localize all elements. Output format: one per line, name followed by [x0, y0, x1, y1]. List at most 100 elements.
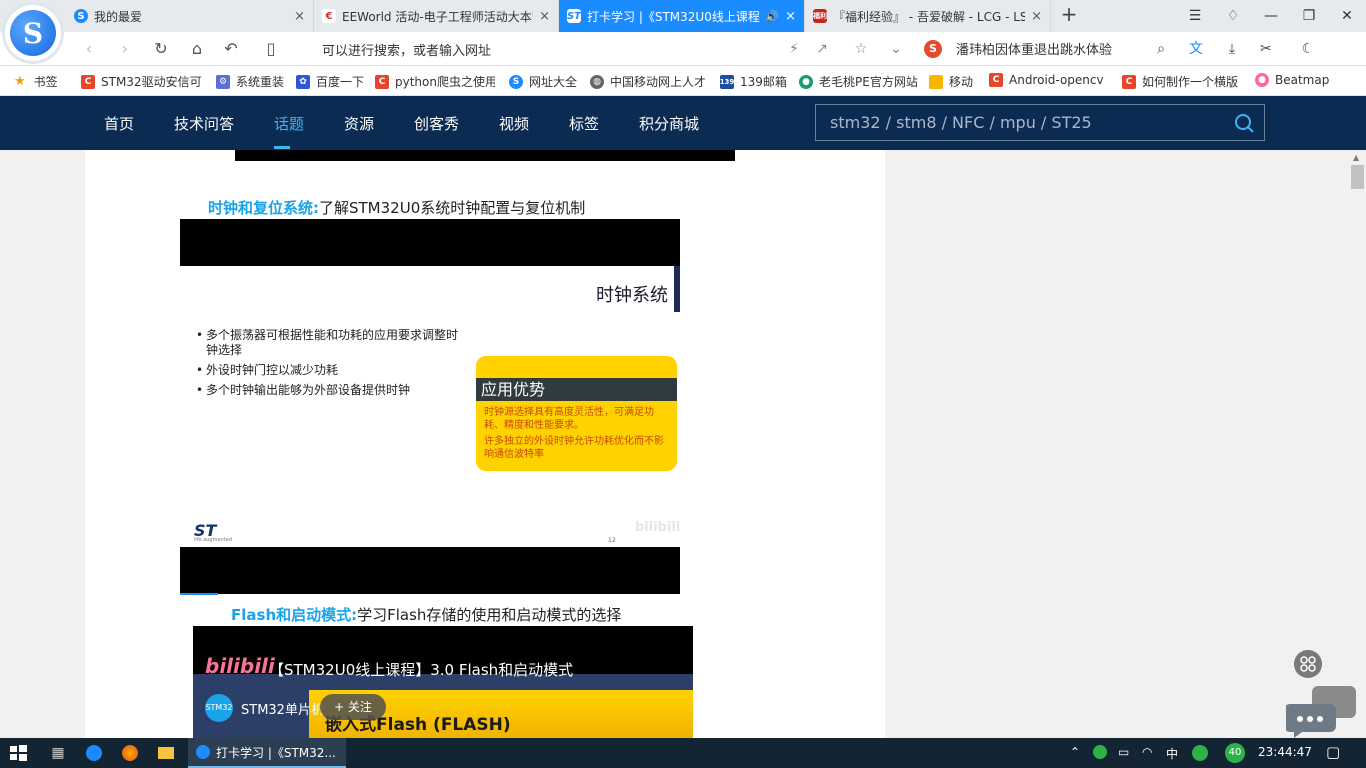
windows-start-icon[interactable] [8, 743, 28, 763]
video-slide-clock[interactable]: 时钟系统 多个振荡器可根据性能和功耗的应用要求调整时钟选择 外设时钟门控以减少功… [180, 219, 680, 594]
bookmark-item[interactable]: C STM32驱动安信可 [81, 73, 201, 90]
hot-search[interactable]: S 潘玮柏因体重退出跳水体验 [924, 39, 1112, 58]
osu-icon: ● [1255, 73, 1269, 87]
bookmark-item[interactable]: C 如何制作一个横版 [1122, 73, 1240, 90]
new-tab-button[interactable]: + [1058, 4, 1080, 26]
menu-icon[interactable]: ☰ [1176, 0, 1214, 32]
reader-icon[interactable]: ▯ [260, 38, 282, 60]
search-icon[interactable] [1234, 113, 1254, 133]
notification-badge[interactable]: 40 [1225, 743, 1245, 763]
tab-strip: S S 我的最爱 × € EEWorld 活动-电子工程师活动大本营 × ST … [0, 0, 1366, 61]
close-icon[interactable]: × [294, 9, 305, 24]
tab-stm32-course[interactable]: ST 打卡学习 |《STM32U0线上课程 🔊 × [559, 0, 805, 32]
clock[interactable]: 23:44:47 [1258, 745, 1312, 759]
tab-favorites[interactable]: S 我的最爱 × [66, 0, 314, 32]
night-mode-icon[interactable]: ☾ [1298, 39, 1318, 59]
nav-tech-qa[interactable]: 技术问答 [174, 113, 234, 134]
refresh-icon[interactable]: ↻ [150, 38, 172, 60]
bookmark-item[interactable]: ● Beatmap [1255, 73, 1331, 87]
bullet-item: 多个振荡器可根据性能和功耗的应用要求调整时钟选择 [196, 328, 466, 358]
sogou-browser-logo[interactable]: S [5, 5, 61, 61]
close-window-icon[interactable]: ✕ [1328, 0, 1366, 32]
tab-eeworld[interactable]: € EEWorld 活动-电子工程师活动大本营 × [314, 0, 559, 32]
minimize-icon[interactable]: — [1252, 0, 1290, 32]
scissors-icon[interactable]: ✂ [1256, 39, 1276, 59]
bookmark-item[interactable]: ● 老毛桃PE官方网站 [799, 73, 918, 90]
back-icon[interactable]: ‹ [78, 38, 100, 60]
bookmark-item[interactable]: 139 139邮箱 [720, 73, 787, 90]
bookmark-item[interactable]: ★ 书签 [14, 73, 58, 90]
action-center-icon[interactable]: ▢ [1326, 743, 1340, 761]
home-icon[interactable]: ⌂ [186, 38, 208, 60]
skin-icon[interactable]: ♢ [1214, 0, 1252, 32]
address-input[interactable]: 可以进行搜索，或者输入网址 [322, 40, 491, 59]
system-icon: ⚙ [216, 74, 230, 89]
st-icon: ST [566, 9, 582, 23]
bookmark-label: Beatmap [1275, 73, 1330, 87]
tab-52pojie[interactable]: 福利 『福利经验』 - 吾爱破解 - LCG - LSG × [805, 0, 1051, 32]
chat-bubble-icon[interactable] [1286, 684, 1358, 738]
translate-icon[interactable]: 文 [1186, 39, 1206, 59]
bookmark-item[interactable]: ✿ 百度一下 [296, 73, 364, 90]
calculator-icon[interactable]: ▦ [48, 743, 68, 763]
apps-grid-icon[interactable] [1294, 650, 1322, 678]
speaker-icon[interactable]: 🔊 [765, 10, 779, 23]
chevron-up-icon[interactable]: ⌃ [1070, 745, 1080, 759]
taskbar-window-title: 打卡学习 |《STM32... [216, 745, 336, 760]
folder-icon [929, 74, 943, 89]
bookmark-item[interactable]: Cpython爬虫之使用 [375, 73, 495, 90]
taskbar-active-window[interactable]: 打卡学习 |《STM32... [188, 738, 346, 768]
slide-title: 时钟系统 [596, 285, 668, 306]
video-title[interactable]: 【STM32U0线上课程】3.0 Flash和启动模式 [269, 659, 573, 680]
undo-icon[interactable]: ↶ [220, 38, 242, 60]
bookmark-item[interactable]: 移动 [929, 73, 973, 90]
nav-topics[interactable]: 话题 [274, 113, 304, 134]
close-icon[interactable]: × [785, 9, 796, 24]
video-progress-bar[interactable] [180, 593, 218, 595]
nav-home[interactable]: 首页 [104, 113, 134, 134]
bookmark-item[interactable]: S 网址大全 [509, 73, 577, 90]
wifi-icon[interactable]: ◠ [1142, 745, 1152, 759]
slide-page-number: 12 [608, 537, 616, 544]
close-icon[interactable]: × [1031, 9, 1042, 24]
nav-tags[interactable]: 标签 [569, 113, 599, 134]
hot-search-text: 潘玮柏因体重退出跳水体验 [956, 43, 1113, 58]
follow-button[interactable]: + 关注 [320, 694, 386, 720]
channel-avatar[interactable]: STM32 [205, 694, 233, 722]
firefox-icon[interactable] [120, 743, 140, 763]
chevron-down-icon[interactable]: ⌄ [886, 39, 906, 59]
windows-taskbar: ▦ 打卡学习 |《STM32... ⌃ ▭ ◠ 中 40 23:44:47 ▢ [0, 738, 1366, 768]
52pojie-icon: 福利 [813, 9, 827, 23]
scroll-up-icon[interactable]: ▲ [1353, 153, 1359, 162]
star-outline-icon[interactable]: ☆ [851, 39, 871, 59]
nav-resources[interactable]: 资源 [344, 113, 374, 134]
wechat-tray-icon[interactable] [1093, 745, 1107, 762]
share-icon[interactable]: ↗ [812, 39, 832, 59]
download-icon[interactable]: ⤓ [1222, 39, 1242, 59]
sogou-ime-icon[interactable] [1192, 745, 1208, 764]
star-icon: ★ [14, 74, 26, 89]
file-explorer-icon[interactable] [156, 743, 176, 763]
sogou-search-icon: S [924, 39, 942, 58]
bookmark-item[interactable]: C Android-opencv [989, 73, 1107, 87]
channel-info[interactable]: STM32 STM32单片机 [205, 694, 324, 722]
nav-points-mall[interactable]: 积分商城 [639, 113, 699, 134]
lightning-icon[interactable]: ⚡ [784, 39, 804, 59]
ime-indicator[interactable]: 中 [1166, 745, 1178, 762]
bookmark-item[interactable]: ⚙ 系统重装 [216, 73, 284, 90]
restore-icon[interactable]: ❐ [1290, 0, 1328, 32]
scrollbar[interactable] [1349, 150, 1366, 738]
search-icon[interactable]: ⌕ [1151, 39, 1171, 59]
battery-icon[interactable]: ▭ [1118, 745, 1129, 759]
channel-name[interactable]: STM32单片机 [241, 699, 324, 718]
bookmark-item[interactable]: ◍ 中国移动网上人才 [590, 73, 705, 90]
bookmark-label: 移动 [949, 75, 974, 89]
scrollbar-thumb[interactable] [1351, 165, 1364, 189]
video-player-flash[interactable]: 嵌入式Flash (FLASH) bilibili 【STM32U0线上课程】3… [193, 626, 693, 738]
sogou-browser-taskbar-icon[interactable] [84, 743, 104, 763]
close-icon[interactable]: × [539, 9, 550, 24]
nav-maker-show[interactable]: 创客秀 [414, 113, 459, 134]
forward-icon[interactable]: › [114, 38, 136, 60]
search-input[interactable] [830, 113, 1210, 132]
nav-videos[interactable]: 视频 [499, 113, 529, 134]
